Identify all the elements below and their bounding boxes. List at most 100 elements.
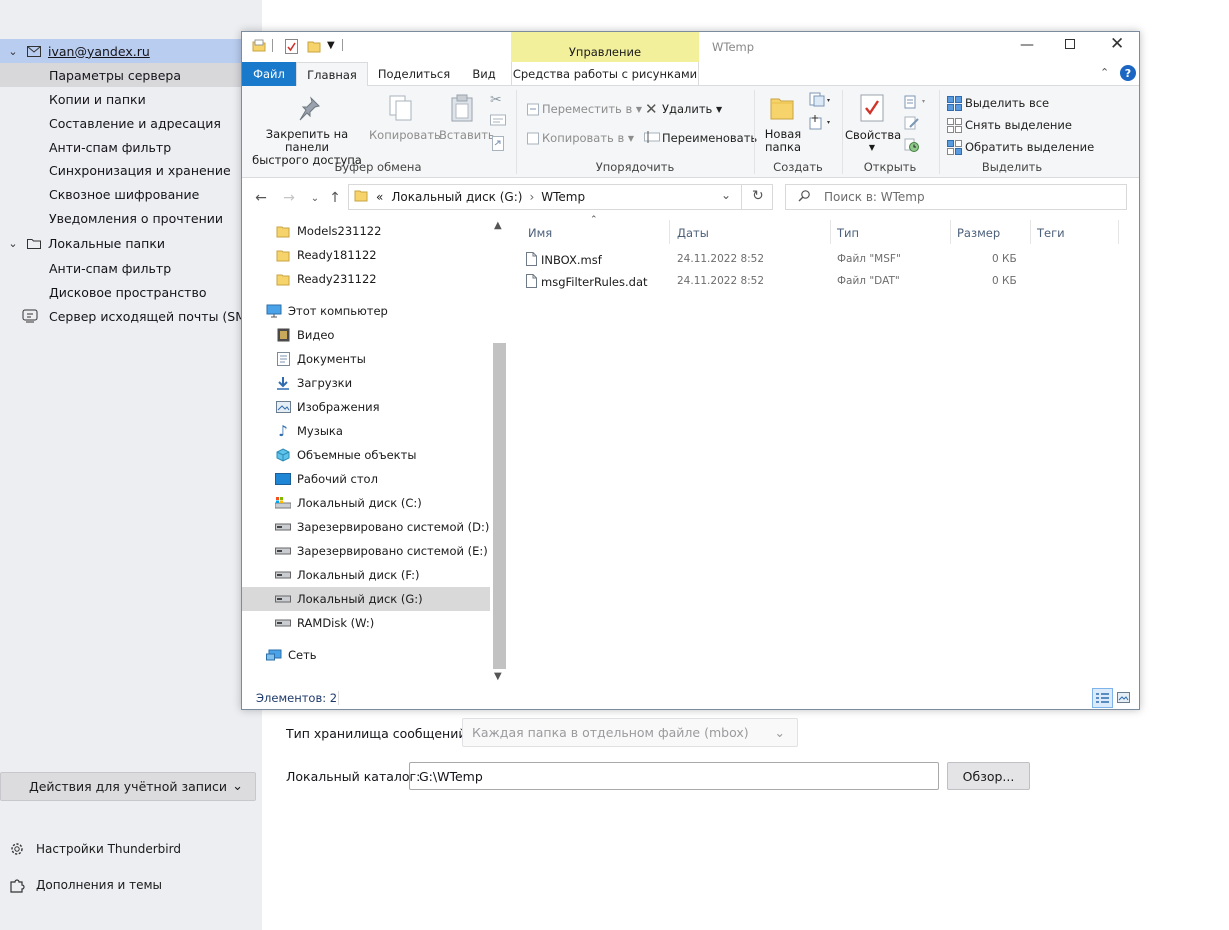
help-icon[interactable]: ? (1120, 65, 1136, 81)
refresh-icon[interactable]: ↻ (752, 188, 764, 204)
delete-button[interactable]: Удалить ▼ (662, 102, 722, 116)
column-divider[interactable] (1030, 220, 1031, 244)
column-tags[interactable]: Теги (1037, 226, 1065, 240)
addons-themes-link[interactable]: Дополнения и темы (8, 874, 162, 896)
back-arrow-icon[interactable]: ← (252, 189, 270, 207)
breadcrumb-overflow[interactable]: « (376, 190, 383, 204)
new-folder-button[interactable]: Новая папка (760, 128, 806, 154)
scroll-down-icon[interactable]: ▼ (494, 671, 502, 682)
edit-icon[interactable] (904, 116, 920, 133)
breadcrumb-folder[interactable]: WTemp (541, 190, 585, 204)
sidebar-item-disk-space[interactable]: Дисковое пространство (49, 280, 206, 304)
sidebar-item-local-junk[interactable]: Анти-спам фильтр (49, 256, 171, 280)
scroll-up-icon[interactable]: ▲ (494, 220, 502, 231)
tree-item[interactable]: Загрузки (242, 371, 490, 395)
column-divider[interactable] (669, 220, 670, 244)
easy-access-icon[interactable] (809, 114, 833, 133)
select-none-button[interactable]: Снять выделение (965, 118, 1072, 132)
file-row[interactable]: INBOX.msf 24.11.2022 8:52 Файл "MSF" 0 К… (526, 249, 1126, 271)
breadcrumb-separator[interactable]: › (529, 190, 534, 204)
column-divider[interactable] (950, 220, 951, 244)
large-icons-view-icon[interactable] (1117, 692, 1130, 706)
tree-item[interactable]: Документы (242, 347, 490, 371)
context-tab-manage[interactable]: Управление (511, 32, 699, 62)
column-size[interactable]: Размер (957, 226, 1000, 240)
tree-item[interactable]: Models231122 (242, 219, 490, 243)
tree-item[interactable]: Ready231122 (242, 267, 490, 291)
open-icon[interactable] (904, 95, 928, 112)
history-icon[interactable] (904, 138, 920, 155)
sidebar-item-e2e[interactable]: Сквозное шифрование (49, 182, 199, 206)
rename-button[interactable]: Переименовать (662, 131, 757, 145)
sidebar-item-copies-folders[interactable]: Копии и папки (49, 87, 146, 111)
column-date[interactable]: Даты (677, 226, 709, 240)
paste-shortcut-icon[interactable] (492, 136, 504, 154)
sidebar-item-receipts[interactable]: Уведомления о прочтении (49, 206, 223, 230)
copy-button[interactable]: Копировать (369, 128, 441, 142)
qat-new-folder-icon[interactable] (307, 39, 321, 56)
maximize-icon[interactable] (1065, 39, 1075, 49)
search-box[interactable]: Поиск в: WTemp (785, 184, 1127, 210)
tab-picture-tools[interactable]: Средства работы с рисунками (511, 62, 699, 86)
qat-properties-icon[interactable] (285, 39, 298, 57)
address-history-chevron-icon[interactable]: ⌄ (721, 188, 731, 202)
cut-icon[interactable]: ✂ (490, 92, 502, 108)
tree-item-this-pc[interactable]: Этот компьютер (242, 299, 490, 323)
tab-view[interactable]: Вид (460, 62, 508, 86)
tree-item[interactable]: Видео (242, 323, 490, 347)
column-name[interactable]: Имя (528, 226, 552, 240)
local-folders-row[interactable]: ⌄ Локальные папки (0, 231, 165, 255)
browse-button[interactable]: Обзор... (947, 762, 1030, 790)
sidebar-item-server-settings[interactable]: Параметры сервера (0, 63, 262, 87)
collapse-ribbon-icon[interactable]: ⌃ (1100, 66, 1109, 79)
tree-item[interactable]: Зарезервировано системой (E:) (242, 539, 490, 563)
column-divider[interactable] (830, 220, 831, 244)
collapse-chevron-icon[interactable]: ⌄ (6, 45, 20, 58)
tree-item[interactable]: Зарезервировано системой (D:) (242, 515, 490, 539)
select-all-button[interactable]: Выделить все (965, 96, 1049, 110)
breadcrumb-drive[interactable]: Локальный диск (G:) (391, 190, 522, 204)
qat-customize-icon[interactable]: ▼ (327, 40, 335, 51)
close-icon[interactable]: ✕ (1110, 34, 1124, 54)
tree-item[interactable]: Локальный диск (F:) (242, 563, 490, 587)
tree-item[interactable]: ♪ Музыка (242, 419, 490, 443)
account-actions-button[interactable]: Действия для учётной записи ⌄ (0, 772, 256, 801)
tree-scrollbar[interactable]: ▲ ▼ (491, 215, 507, 685)
qat-folder-icon[interactable] (252, 39, 266, 56)
tree-item[interactable]: RAMDisk (W:) (242, 611, 490, 635)
tree-item[interactable]: Локальный диск (C:) (242, 491, 490, 515)
column-divider[interactable] (1118, 220, 1119, 244)
forward-arrow-icon[interactable]: → (280, 189, 298, 207)
move-to-button[interactable]: Переместить в ▼ (542, 102, 642, 116)
tab-home[interactable]: Главная (296, 62, 368, 87)
address-bar[interactable]: « Локальный диск (G:) › WTemp ⌄ ↻ (348, 184, 773, 210)
recent-locations-chevron-icon[interactable]: ⌄ (306, 189, 324, 207)
minimize-icon[interactable]: — (1020, 37, 1034, 53)
thunderbird-settings-link[interactable]: Настройки Thunderbird (8, 838, 181, 860)
tree-item[interactable]: Ready181122 (242, 243, 490, 267)
copy-path-icon[interactable] (490, 114, 506, 129)
tree-item[interactable]: Объемные объекты (242, 443, 490, 467)
copy-to-button[interactable]: Копировать в ▼ (542, 131, 634, 145)
sidebar-item-smtp[interactable]: Сервер исходящей почты (SMTP) (0, 304, 266, 328)
tree-item[interactable]: Рабочий стол (242, 467, 490, 491)
tree-item[interactable]: Изображения (242, 395, 490, 419)
up-arrow-icon[interactable]: ↑ (326, 189, 344, 207)
scrollbar-thumb[interactable] (493, 343, 506, 669)
tree-item-selected[interactable]: Локальный диск (G:) (242, 587, 490, 611)
properties-button[interactable]: Свойства ▼ (845, 128, 901, 152)
invert-selection-button[interactable]: Обратить выделение (965, 140, 1094, 154)
column-type[interactable]: Тип (837, 226, 859, 240)
sidebar-item-composition[interactable]: Составление и адресация (49, 111, 221, 135)
account-row[interactable]: ⌄ ivan@yandex.ru (0, 39, 262, 63)
sidebar-item-sync[interactable]: Синхронизация и хранение (49, 158, 231, 182)
collapse-chevron-icon[interactable]: ⌄ (6, 237, 20, 250)
details-view-icon[interactable] (1092, 688, 1113, 708)
new-item-icon[interactable] (809, 92, 833, 111)
local-dir-input[interactable]: G:\WTemp (409, 762, 939, 790)
file-row[interactable]: msgFilterRules.dat 24.11.2022 8:52 Файл … (526, 271, 1126, 293)
tab-file[interactable]: Файл (242, 62, 296, 86)
tab-share[interactable]: Поделиться (370, 62, 458, 86)
sidebar-item-junk[interactable]: Анти-спам фильтр (49, 135, 171, 159)
tree-item-network[interactable]: Сеть (242, 643, 490, 667)
